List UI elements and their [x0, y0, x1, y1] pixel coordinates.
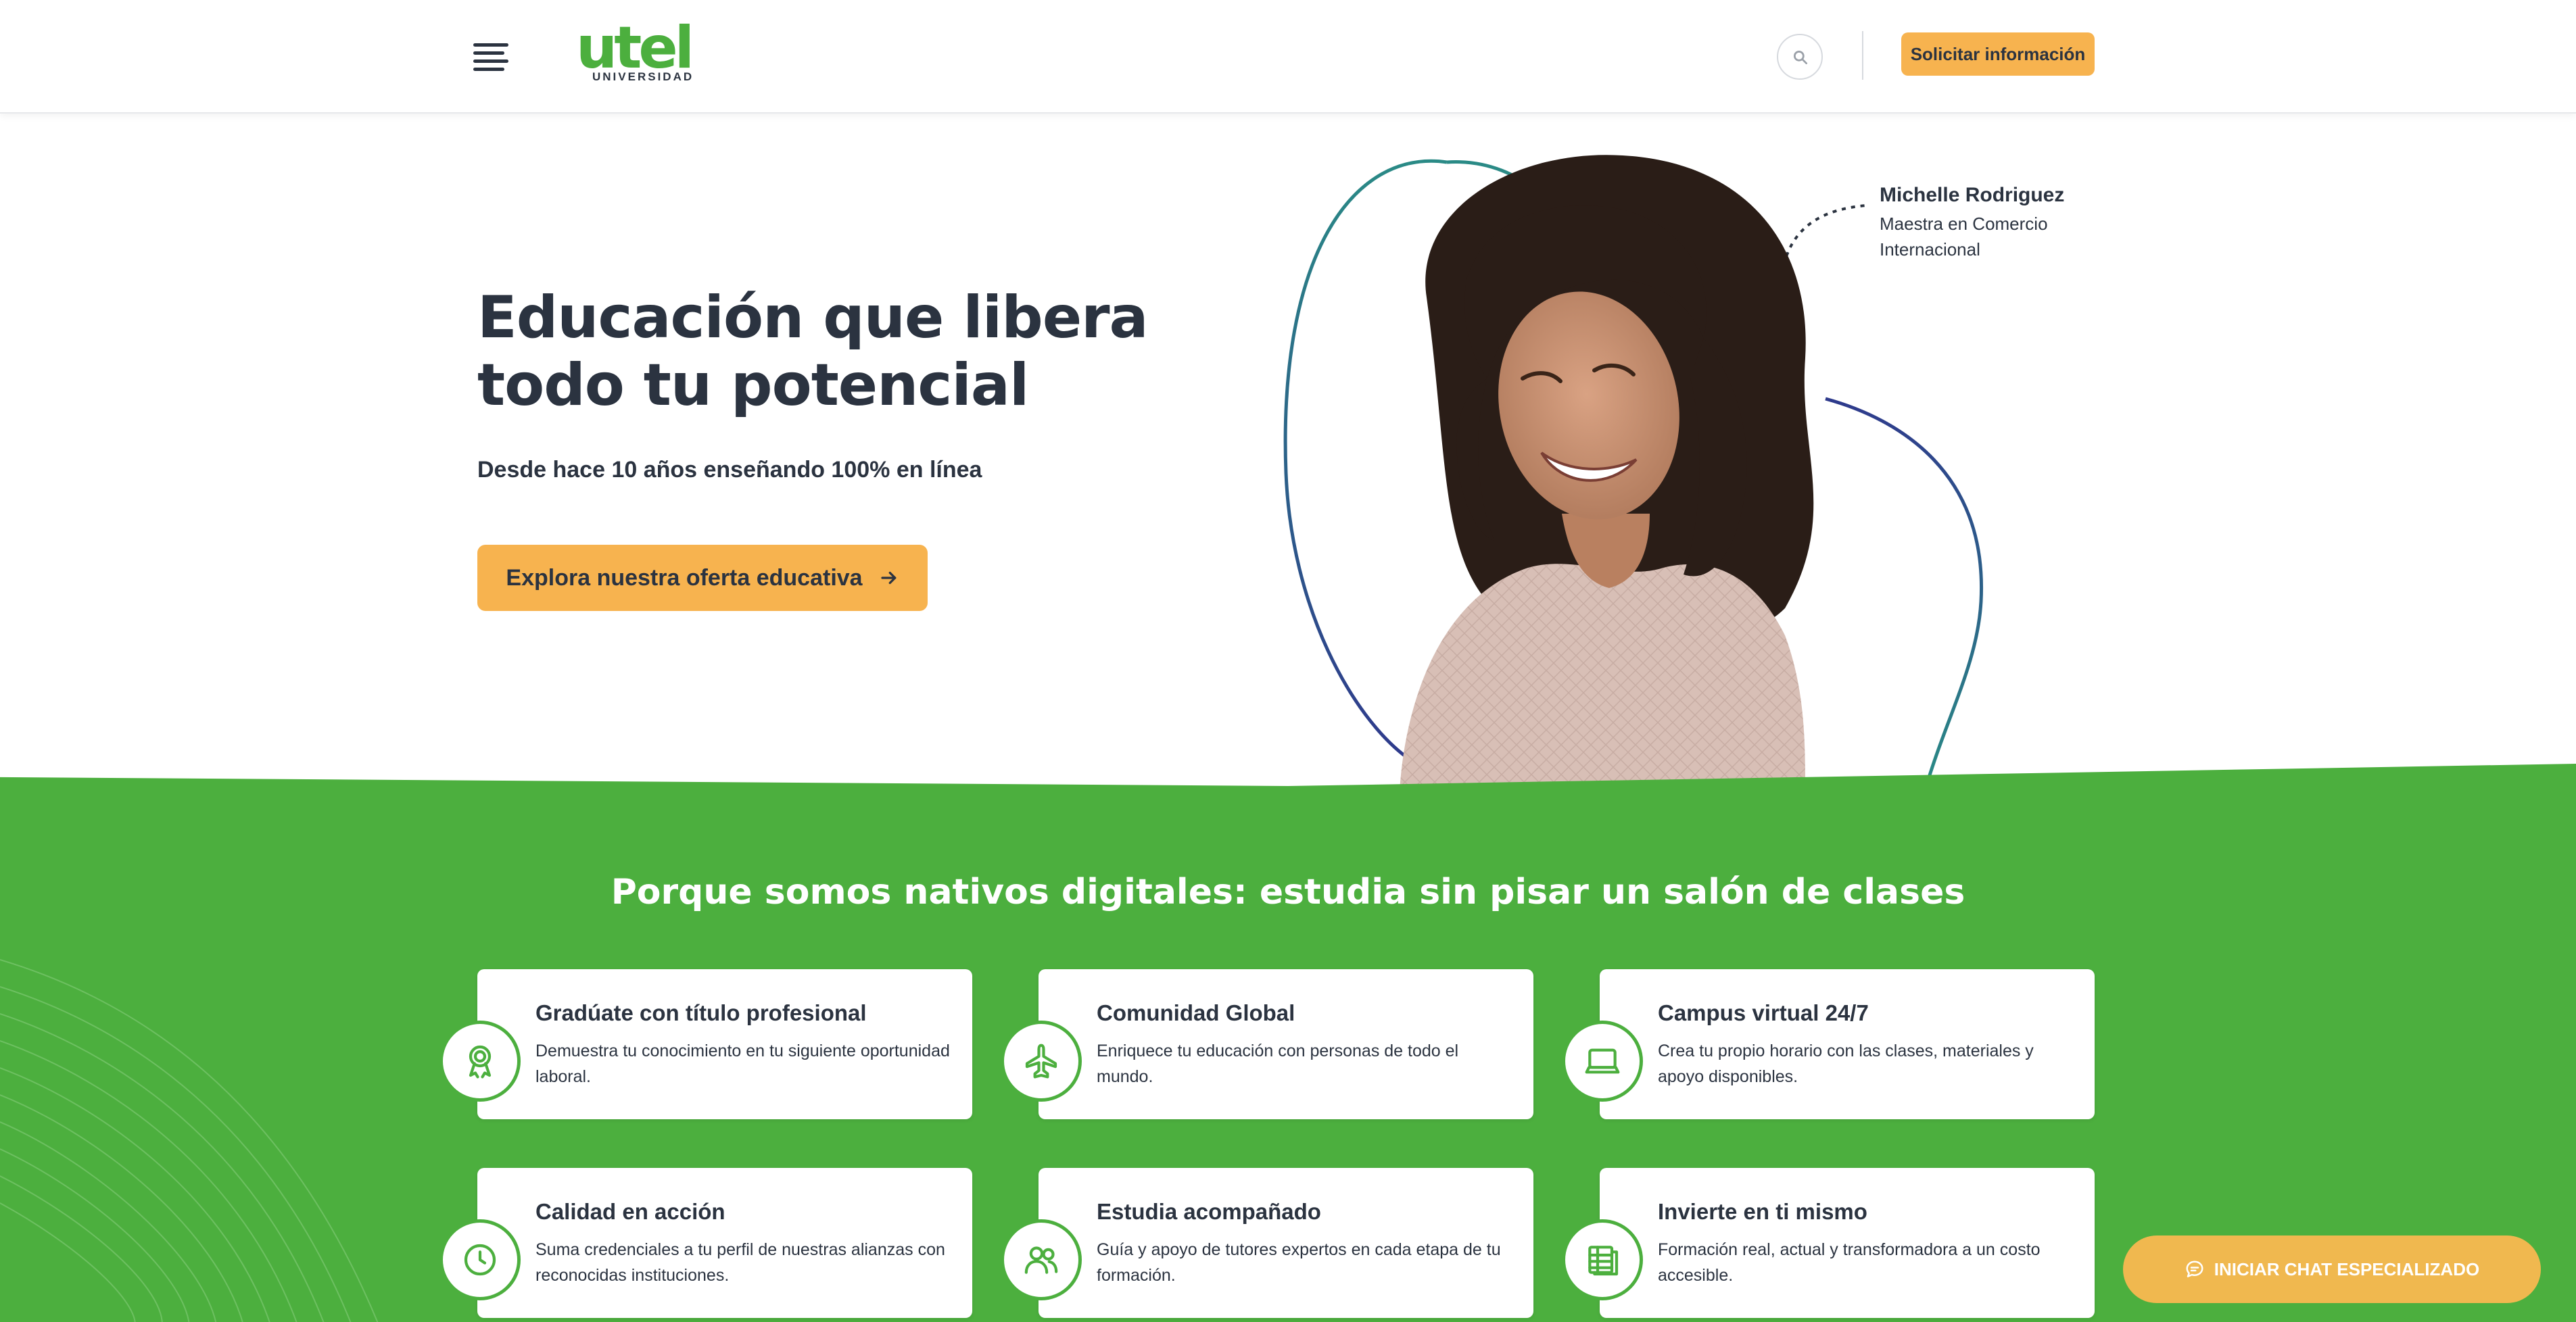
airplane-icon: [1001, 1021, 1082, 1102]
hero-subtitle: Desde hace 10 años enseñando 100% en lín…: [477, 457, 982, 483]
decorative-curve-left: [1283, 159, 1448, 758]
search-icon: [1793, 50, 1808, 65]
start-chat-label: INICIAR CHAT ESPECIALIZADO: [2214, 1258, 2480, 1279]
feature-description: Formación real, actual y transformadora …: [1658, 1240, 2041, 1285]
feature-card-campus: Campus virtual 24/7 Crea tu propio horar…: [1562, 969, 2095, 1119]
hero-title-line1: Educación que libera: [477, 284, 1149, 351]
feature-card-acompanado: Estudia acompañado Guía y apoyo de tutor…: [1001, 1168, 1533, 1318]
feature-card-titulo: Gradúate con título profesional Demuestr…: [439, 969, 972, 1119]
money-stack-icon: [1562, 1219, 1643, 1300]
decorative-curve-right: [1825, 397, 1984, 785]
features-title: Porque somos nativos digitales: estudia …: [611, 872, 1965, 912]
utel-logo[interactable]: utel UNIVERSIDAD: [576, 19, 705, 89]
feature-description: Crea tu propio horario con las clases, m…: [1658, 1042, 2034, 1086]
feature-description: Demuestra tu conocimiento en tu siguient…: [535, 1042, 950, 1086]
feature-title: Invierte en ti mismo: [1658, 1199, 1867, 1224]
feature-card-invierte: Invierte en ti mismo Formación real, act…: [1562, 1168, 2095, 1318]
explore-offer-button[interactable]: Explora nuestra oferta educativa: [477, 545, 928, 611]
logo-wordmark: utel: [576, 14, 694, 82]
logo-subtext: UNIVERSIDAD: [592, 70, 694, 83]
feature-card-calidad: Calidad en acción Suma credenciales a tu…: [439, 1168, 972, 1318]
explore-offer-label: Explora nuestra oferta educativa: [506, 564, 863, 591]
testimonial-name: Michelle Rodriguez: [1880, 184, 2065, 206]
request-info-button[interactable]: Solicitar información: [1901, 32, 2095, 76]
student-portrait: [1400, 155, 1814, 791]
feature-card-comunidad: Comunidad Global Enriquece tu educación …: [1001, 969, 1533, 1119]
arrow-right-icon: [880, 571, 896, 585]
feature-title: Estudia acompañado: [1097, 1199, 1321, 1224]
feature-description: Suma credenciales a tu perfil de nuestra…: [535, 1240, 945, 1285]
hero-title: Educación que libera todo tu potencial: [477, 284, 1153, 419]
chat-bubble-icon: [2186, 1260, 2203, 1277]
laptop-icon: [1562, 1021, 1643, 1102]
hero-title-line2: todo tu potencial: [477, 351, 1029, 419]
testimonial-role: Maestra en Comercio Internacional: [1880, 214, 2048, 260]
header-divider: [1862, 31, 1863, 80]
site-header: utel UNIVERSIDAD Solicitar información: [0, 0, 2576, 114]
feature-title: Campus virtual 24/7: [1658, 1000, 1869, 1025]
start-chat-button[interactable]: INICIAR CHAT ESPECIALIZADO: [2123, 1235, 2541, 1303]
clock-icon: [439, 1219, 521, 1300]
feature-title: Gradúate con título profesional: [535, 1000, 867, 1025]
feature-description: Guía y apoyo de tutores expertos en cada…: [1097, 1240, 1501, 1285]
feature-title: Calidad en acción: [535, 1199, 725, 1224]
users-icon: [1001, 1219, 1082, 1300]
feature-description: Enriquece tu educación con personas de t…: [1097, 1042, 1459, 1086]
award-ribbon-icon: [439, 1021, 521, 1102]
hamburger-menu-icon[interactable]: [473, 41, 514, 72]
search-button[interactable]: [1777, 34, 1823, 80]
feature-title: Comunidad Global: [1097, 1000, 1295, 1025]
